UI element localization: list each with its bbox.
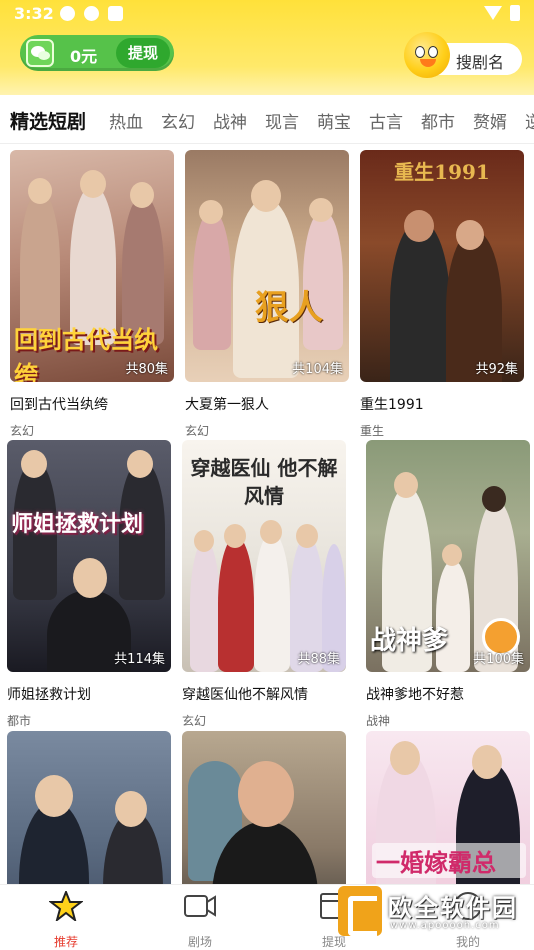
tab-modern-romance[interactable]: 现言 [265, 108, 299, 133]
search-label: 搜剧名 [456, 53, 505, 72]
episode-count: 共104集 [292, 362, 343, 377]
drama-card[interactable]: 狠人 共104集 大夏第一狠人 玄幻 [185, 150, 351, 439]
wallet-pill[interactable]: 0元 提现 [20, 35, 174, 71]
tab-urban[interactable]: 都市 [421, 108, 455, 133]
poster-title-art: 重生1991 [394, 160, 490, 184]
tab-fantasy[interactable]: 玄幻 [161, 108, 195, 133]
header: 3:32 0元 提现 搜剧名 [0, 0, 534, 95]
episode-count: 共80集 [125, 362, 168, 377]
drama-card[interactable]: 战神爹 共100集 战神爹地不好惹 战神 [366, 440, 532, 729]
drama-genre: 重生 [360, 424, 385, 438]
drama-genre: 玄幻 [182, 714, 207, 728]
poster-title-art: 师姐拯救计划 [11, 511, 144, 537]
drama-title[interactable]: 大夏第一狠人 [185, 394, 351, 414]
drama-card[interactable]: 重生1991 共92集 重生1991 重生 [360, 150, 526, 439]
drama-card[interactable]: 师姐拯救计划 共114集 师姐拯救计划 都市 [7, 440, 173, 729]
poster-title-art: 穿越医仙 他不解风情 [190, 456, 338, 508]
drama-title[interactable]: 回到古代当纨绔 [10, 394, 176, 414]
episode-count: 共114集 [114, 652, 165, 667]
nav-label: 推荐 [53, 935, 78, 949]
drama-genre: 玄幻 [185, 424, 210, 438]
poster-title-art: 一婚嫁霸总 [372, 843, 526, 878]
tab-featured[interactable]: 精选短剧 [10, 107, 86, 134]
watermark-title: 欧全软件园 [388, 894, 518, 922]
notification-icon [84, 6, 99, 21]
category-tabs: 精选短剧 热血 玄幻 战神 现言 萌宝 古言 都市 赘婿 逆 [0, 96, 534, 144]
watermark-logo-icon [338, 886, 382, 936]
status-time: 3:32 [14, 4, 54, 23]
notification-icon [60, 6, 75, 21]
episode-count: 共88集 [297, 652, 340, 667]
drama-title[interactable]: 师姐拯救计划 [7, 684, 173, 704]
status-bar: 3:32 [0, 0, 534, 28]
drama-title[interactable]: 重生1991 [360, 394, 526, 414]
episode-count: 共92集 [475, 362, 518, 377]
tab-war-god[interactable]: 战神 [213, 108, 247, 133]
drama-card[interactable]: 回到古代当纨绔 共80集 回到古代当纨绔 玄幻 [10, 150, 176, 439]
poster-title-art: 狠人 [255, 288, 323, 328]
tab-son-in-law[interactable]: 赘婿 [473, 108, 507, 133]
site-watermark: 欧全软件园 www.apooooh.com [338, 878, 530, 944]
nav-recommend[interactable]: 推荐 [26, 889, 106, 950]
drama-genre: 战神 [366, 714, 391, 728]
wifi-icon [484, 6, 502, 20]
battery-icon [510, 5, 520, 21]
video-camera-icon [183, 891, 217, 921]
chick-mascot-icon [404, 32, 450, 78]
wechat-icon [26, 39, 54, 67]
star-icon [48, 889, 84, 923]
drama-poster[interactable]: 狠人 共104集 [185, 150, 349, 382]
drama-poster[interactable]: 穿越医仙 他不解风情 共88集 [182, 440, 346, 672]
drama-title[interactable]: 穿越医仙他不解风情 [182, 684, 348, 704]
drama-genre: 玄幻 [10, 424, 35, 438]
drama-poster[interactable]: 重生1991 共92集 [360, 150, 524, 382]
drama-card[interactable]: 穿越医仙 他不解风情 共88集 穿越医仙他不解风情 玄幻 [182, 440, 348, 729]
nav-label: 剧场 [187, 935, 212, 949]
drama-genre: 都市 [7, 714, 32, 728]
tab-ancient-romance[interactable]: 古言 [369, 108, 403, 133]
drama-poster[interactable]: 回到古代当纨绔 共80集 [10, 150, 174, 382]
tab-more[interactable]: 逆 [525, 108, 534, 133]
wallet-amount: 0元 [70, 47, 98, 66]
nav-theater[interactable]: 剧场 [160, 891, 240, 950]
drama-title[interactable]: 战神爹地不好惹 [366, 684, 532, 704]
withdraw-button[interactable]: 提现 [116, 38, 170, 68]
watermark-url: www.apooooh.com [390, 920, 500, 931]
tab-cute-baby[interactable]: 萌宝 [317, 108, 351, 133]
drama-poster[interactable]: 师姐拯救计划 共114集 [7, 440, 171, 672]
notification-icon [108, 6, 123, 21]
drama-poster[interactable]: 战神爹 共100集 [366, 440, 530, 672]
episode-count: 共100集 [473, 652, 524, 667]
tab-hot-blood[interactable]: 热血 [109, 108, 143, 133]
